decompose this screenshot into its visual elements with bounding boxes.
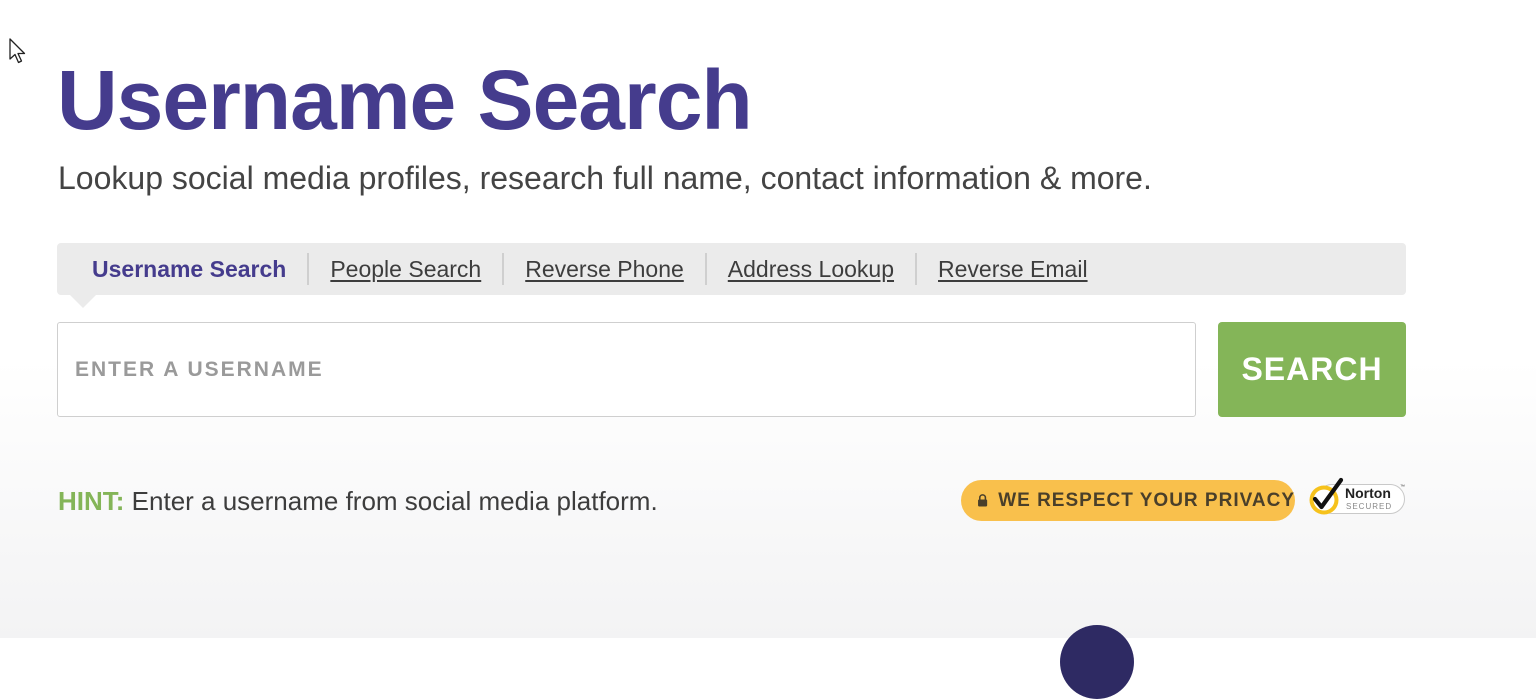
- tab-divider: [307, 253, 310, 285]
- tab-reverse-email[interactable]: Reverse Email: [938, 256, 1088, 283]
- tab-people-search[interactable]: People Search: [330, 256, 481, 283]
- page-subtitle: Lookup social media profiles, research f…: [58, 160, 1152, 196]
- tab-divider: [915, 253, 918, 285]
- lock-icon: [978, 494, 988, 507]
- privacy-text: WE RESPECT YOUR PRIVACY: [998, 489, 1295, 511]
- partial-circle-graphic: [1060, 625, 1134, 699]
- norton-trademark: ™: [1400, 484, 1405, 490]
- mouse-cursor-icon: [9, 38, 26, 64]
- norton-secured-seal: Norton ™ SECURED: [1307, 476, 1407, 520]
- hint-text: HINT: Enter a username from social media…: [58, 484, 658, 518]
- tab-address-lookup[interactable]: Address Lookup: [728, 256, 894, 283]
- tab-divider: [704, 253, 707, 285]
- username-search-input[interactable]: [57, 322, 1196, 417]
- page-title: Username Search: [57, 53, 753, 147]
- search-type-tabs: Username Search People Search Reverse Ph…: [92, 243, 1088, 295]
- hint-message: Enter a username from social media platf…: [131, 486, 658, 516]
- search-button[interactable]: SEARCH: [1218, 322, 1406, 417]
- norton-secured-text: SECURED: [1346, 502, 1393, 511]
- tab-divider: [502, 253, 505, 285]
- norton-brand-text: Norton: [1345, 485, 1391, 501]
- hint-label: HINT:: [58, 486, 125, 516]
- tab-username-search[interactable]: Username Search: [92, 256, 286, 283]
- privacy-badge: WE RESPECT YOUR PRIVACY: [961, 480, 1295, 521]
- tab-reverse-phone[interactable]: Reverse Phone: [525, 256, 684, 283]
- active-tab-pointer: [70, 295, 96, 308]
